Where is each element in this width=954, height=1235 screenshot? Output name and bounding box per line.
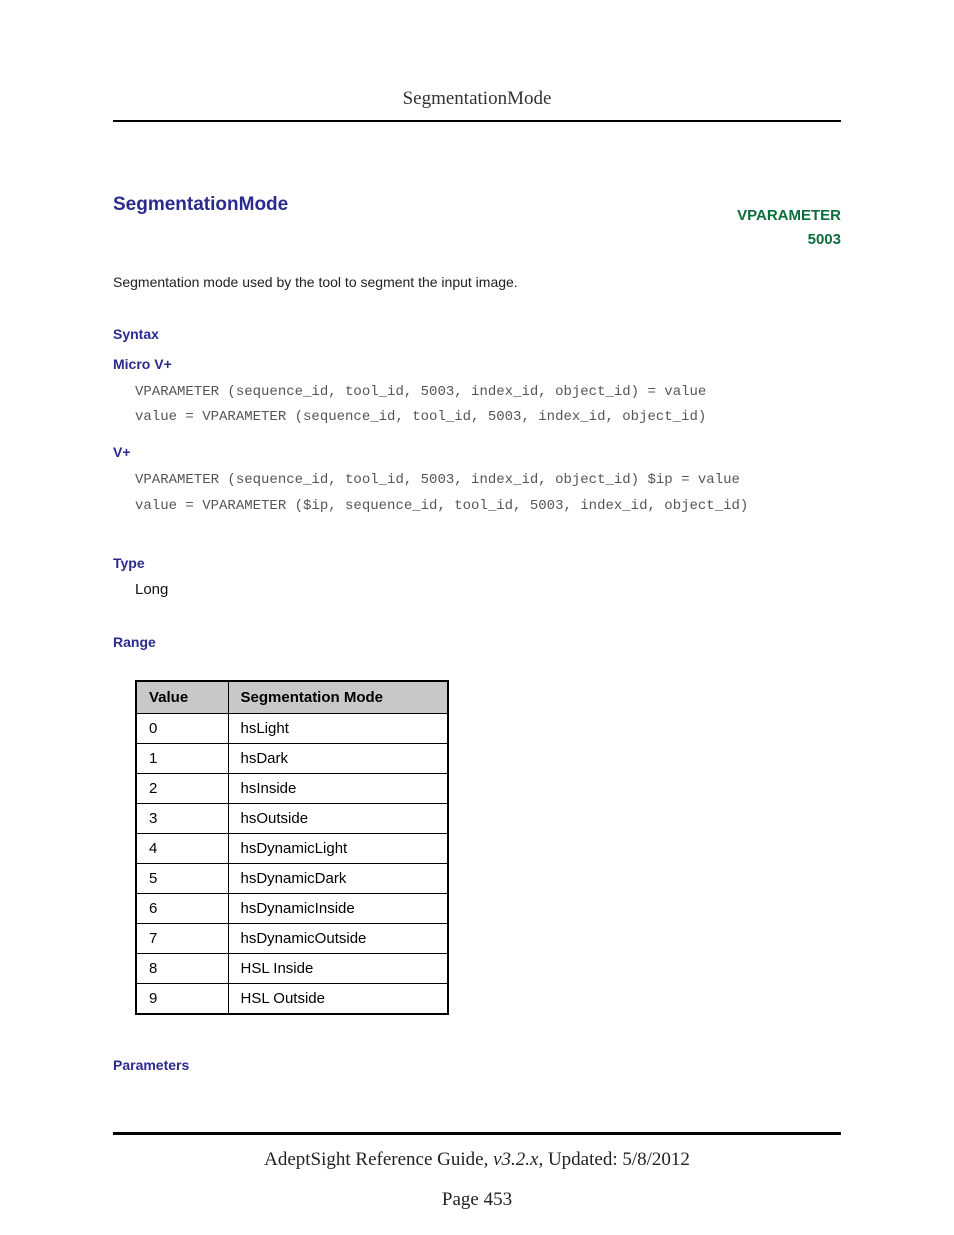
type-heading: Type — [113, 555, 841, 571]
table-header-row: Value Segmentation Mode — [136, 681, 448, 714]
table-cell-value: 7 — [136, 923, 228, 953]
table-cell-mode: hsDynamicLight — [228, 833, 448, 863]
table-row: 3hsOutside — [136, 803, 448, 833]
parameter-tag: VPARAMETER 5003 — [737, 204, 841, 252]
table-row: 5hsDynamicDark — [136, 863, 448, 893]
footer-guide-name: AdeptSight Reference Guide — [264, 1149, 483, 1170]
table-cell-value: 0 — [136, 713, 228, 743]
range-heading: Range — [113, 634, 841, 650]
table-cell-mode: hsDynamicInside — [228, 893, 448, 923]
table-cell-value: 2 — [136, 773, 228, 803]
table-cell-mode: HSL Inside — [228, 953, 448, 983]
micro-vplus-code: VPARAMETER (sequence_id, tool_id, 5003, … — [135, 380, 841, 430]
table-cell-mode: hsDark — [228, 743, 448, 773]
page-number: Page 453 — [0, 1189, 954, 1211]
footer-updated: , Updated: 5/8/2012 — [538, 1149, 689, 1170]
syntax-heading: Syntax — [113, 326, 841, 342]
range-table: Value Segmentation Mode 0hsLight1hsDark2… — [135, 680, 449, 1015]
table-cell-mode: HSL Outside — [228, 983, 448, 1014]
table-cell-value: 9 — [136, 983, 228, 1014]
table-row: 8HSL Inside — [136, 953, 448, 983]
micro-vplus-heading: Micro V+ — [113, 356, 841, 372]
table-cell-mode: hsOutside — [228, 803, 448, 833]
vplus-heading: V+ — [113, 444, 841, 460]
vplus-code: VPARAMETER (sequence_id, tool_id, 5003, … — [135, 468, 841, 518]
table-cell-mode: hsDynamicDark — [228, 863, 448, 893]
table-row: 7hsDynamicOutside — [136, 923, 448, 953]
table-row: 2hsInside — [136, 773, 448, 803]
description-text: Segmentation mode used by the tool to se… — [113, 274, 841, 290]
table-cell-value: 5 — [136, 863, 228, 893]
table-cell-value: 8 — [136, 953, 228, 983]
table-header-mode: Segmentation Mode — [228, 681, 448, 714]
table-cell-value: 6 — [136, 893, 228, 923]
running-header: SegmentationMode — [113, 88, 841, 110]
footer-rule — [113, 1132, 841, 1135]
footer: AdeptSight Reference Guide, v3.2.x, Upda… — [113, 1132, 841, 1171]
table-row: 6hsDynamicInside — [136, 893, 448, 923]
page-title: SegmentationMode — [113, 194, 841, 216]
footer-version: , v3.2.x — [484, 1149, 539, 1170]
table-cell-value: 4 — [136, 833, 228, 863]
parameter-tag-name: VPARAMETER — [737, 204, 841, 228]
table-cell-mode: hsDynamicOutside — [228, 923, 448, 953]
parameter-tag-number: 5003 — [737, 228, 841, 252]
footer-text: AdeptSight Reference Guide, v3.2.x, Upda… — [113, 1149, 841, 1171]
type-value: Long — [135, 581, 841, 598]
table-cell-mode: hsLight — [228, 713, 448, 743]
table-row: 9HSL Outside — [136, 983, 448, 1014]
table-header-value: Value — [136, 681, 228, 714]
table-cell-mode: hsInside — [228, 773, 448, 803]
table-cell-value: 1 — [136, 743, 228, 773]
header-rule — [113, 120, 841, 122]
table-row: 0hsLight — [136, 713, 448, 743]
parameters-heading: Parameters — [113, 1057, 841, 1073]
table-row: 4hsDynamicLight — [136, 833, 448, 863]
table-cell-value: 3 — [136, 803, 228, 833]
table-row: 1hsDark — [136, 743, 448, 773]
